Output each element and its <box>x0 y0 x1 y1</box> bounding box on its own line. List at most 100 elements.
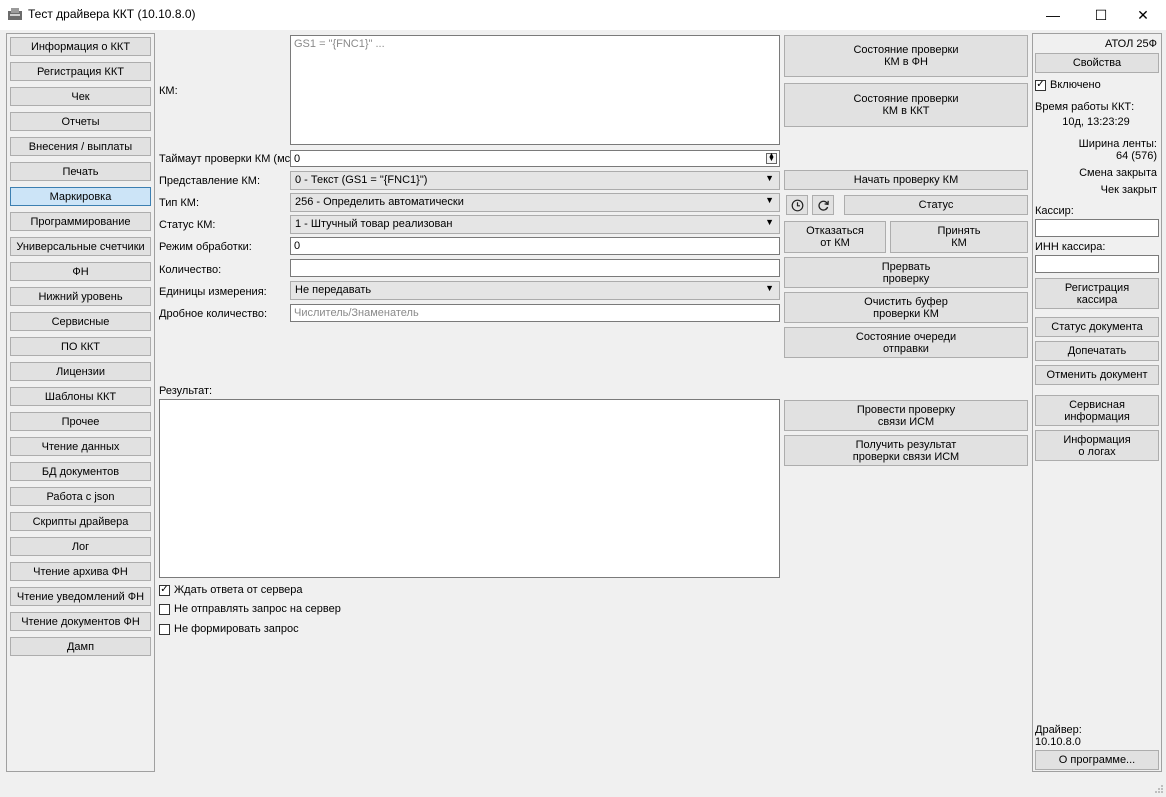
fraction-input[interactable]: Числитель/Знаменатель <box>290 304 780 322</box>
sidebar-item[interactable]: Маркировка <box>10 187 151 206</box>
chevron-down-icon: ▼ <box>765 217 774 227</box>
result-label: Результат: <box>159 385 213 397</box>
sidebar-item[interactable]: Чтение данных <box>10 437 151 456</box>
sidebar-item[interactable]: Шаблоны ККТ <box>10 387 151 406</box>
doc-status-button[interactable]: Статус документа <box>1035 317 1159 337</box>
accept-km-button[interactable]: Принять КМ <box>890 221 1028 253</box>
device-panel: АТОЛ 25Ф Свойства ✓ Включено Время работ… <box>1032 33 1162 772</box>
sidebar-item[interactable]: Сервисные <box>10 312 151 331</box>
wait-server-label: Ждать ответа от сервера <box>174 584 303 596</box>
no-request-label: Не формировать запрос <box>174 623 299 635</box>
qty-label: Количество: <box>159 264 222 276</box>
sidebar-item[interactable]: Регистрация ККТ <box>10 62 151 81</box>
sidebar-item[interactable]: Внесения / выплаты <box>10 137 151 156</box>
enabled-checkbox[interactable]: ✓ Включено <box>1035 79 1101 91</box>
fraction-label: Дробное количество: <box>159 308 268 320</box>
sidebar-item[interactable]: Чтение документов ФН <box>10 612 151 631</box>
unit-select[interactable]: Не передавать ▼ <box>290 281 780 300</box>
sidebar-item[interactable]: Информация о ККТ <box>10 37 151 56</box>
timeout-spinner[interactable]: ▲ ▼ <box>766 152 777 164</box>
status-button[interactable]: Статус <box>844 195 1028 215</box>
check-icon: ✓ <box>1036 79 1045 90</box>
qty-input[interactable] <box>290 259 780 277</box>
mode-input[interactable]: 0 <box>290 237 780 255</box>
abort-check-button[interactable]: Прервать проверку <box>784 257 1028 288</box>
timeout-label: Таймаут проверки КМ (мс): <box>159 153 297 165</box>
result-textarea[interactable] <box>159 399 780 578</box>
uptime-label: Время работы ККТ: <box>1035 101 1135 113</box>
device-model: АТОЛ 25Ф <box>1104 38 1157 50</box>
driver-version: 10.10.8.0 <box>1035 736 1081 748</box>
km-repr-select[interactable]: 0 - Текст (GS1 = "{FNC1}") ▼ <box>290 171 780 190</box>
sidebar-item[interactable]: Универсальные счетчики <box>10 237 151 256</box>
km-status-select[interactable]: 1 - Штучный товар реализован ▼ <box>290 215 780 234</box>
no-send-label: Не отправлять запрос на сервер <box>174 603 341 615</box>
queue-state-button[interactable]: Состояние очереди отправки <box>784 327 1028 358</box>
refresh-button[interactable] <box>812 195 834 215</box>
sidebar: Информация о ККТ Регистрация ККТ Чек Отчеты… <box>6 33 155 772</box>
check-state-kkt-button[interactable]: Состояние проверки КМ в ККТ <box>784 83 1028 127</box>
clock-button[interactable] <box>786 195 808 215</box>
register-cashier-button[interactable]: Регистрация кассира <box>1035 278 1159 309</box>
service-info-button[interactable]: Сервисная информация <box>1035 395 1159 426</box>
km-input[interactable]: GS1 = "{FNC1}" ... <box>290 35 780 145</box>
sidebar-item[interactable]: ПО ККТ <box>10 337 151 356</box>
sidebar-item[interactable]: Отчеты <box>10 112 151 131</box>
timeout-input[interactable]: 0 ▲ ▼ <box>290 150 780 167</box>
sidebar-item[interactable]: Скрипты драйвера <box>10 512 151 531</box>
clock-icon <box>791 199 803 211</box>
inn-input[interactable] <box>1035 255 1159 273</box>
check-icon: ✓ <box>160 584 169 595</box>
close-button[interactable]: ✕ <box>1120 0 1166 30</box>
driver-label: Драйвер: <box>1035 724 1082 736</box>
sidebar-item[interactable]: Чек <box>10 87 151 106</box>
fraction-placeholder: Числитель/Знаменатель <box>294 307 419 319</box>
sidebar-item[interactable]: Прочее <box>10 412 151 431</box>
check-state-fn-button[interactable]: Состояние проверки КМ в ФН <box>784 35 1028 77</box>
sidebar-item[interactable]: Работа с json <box>10 487 151 506</box>
sidebar-item[interactable]: Чтение архива ФН <box>10 562 151 581</box>
km-label: КМ: <box>159 85 178 97</box>
minimize-button[interactable]: — <box>1030 0 1076 30</box>
log-info-button[interactable]: Информация о логах <box>1035 430 1159 461</box>
km-type-select[interactable]: 256 - Определить автоматически ▼ <box>290 193 780 212</box>
chevron-down-icon: ▼ <box>765 173 774 183</box>
km-type-value: 256 - Определить автоматически <box>295 196 464 208</box>
sidebar-item[interactable]: ФН <box>10 262 151 281</box>
title-bar: Тест драйвера ККТ (10.10.8.0) — ☐ ✕ <box>0 0 1166 30</box>
properties-button[interactable]: Свойства <box>1035 53 1159 73</box>
no-request-checkbox[interactable]: Не формировать запрос <box>159 623 299 635</box>
decline-km-button[interactable]: Отказаться от КМ <box>784 221 886 253</box>
reprint-button[interactable]: Допечатать <box>1035 341 1159 361</box>
km-status-value: 1 - Штучный товар реализован <box>295 218 453 230</box>
km-repr-value: 0 - Текст (GS1 = "{FNC1}") <box>295 174 428 186</box>
app-icon <box>8 8 22 20</box>
sidebar-item[interactable]: Нижний уровень <box>10 287 151 306</box>
ism-result-button[interactable]: Получить результат проверки связи ИСМ <box>784 435 1028 466</box>
sidebar-item[interactable]: Печать <box>10 162 151 181</box>
km-placeholder: GS1 = "{FNC1}" ... <box>294 38 385 50</box>
resize-grip-icon[interactable] <box>1152 782 1164 794</box>
about-button[interactable]: О программе... <box>1035 750 1159 770</box>
sidebar-item[interactable]: Лог <box>10 537 151 556</box>
checkbox-box: ✓ <box>159 584 170 596</box>
sidebar-item[interactable]: БД документов <box>10 462 151 481</box>
maximize-button[interactable]: ☐ <box>1078 0 1124 30</box>
ism-check-button[interactable]: Провести проверку связи ИСМ <box>784 400 1028 431</box>
timeout-value: 0 <box>294 153 301 165</box>
wait-server-checkbox[interactable]: ✓ Ждать ответа от сервера <box>159 584 303 596</box>
sidebar-item[interactable]: Лицензии <box>10 362 151 381</box>
refresh-icon <box>817 200 829 211</box>
sidebar-item[interactable]: Дамп <box>10 637 151 656</box>
window-title: Тест драйвера ККТ (10.10.8.0) <box>28 7 196 21</box>
start-check-button[interactable]: Начать проверку КМ <box>784 170 1028 190</box>
no-send-checkbox[interactable]: Не отправлять запрос на сервер <box>159 603 341 615</box>
unit-label: Единицы измерения: <box>159 286 267 298</box>
sidebar-item[interactable]: Программирование <box>10 212 151 231</box>
km-repr-label: Представление КМ: <box>159 175 260 187</box>
sidebar-item[interactable]: Чтение уведомлений ФН <box>10 587 151 606</box>
cashier-input[interactable] <box>1035 219 1159 237</box>
km-type-label: Тип КМ: <box>159 197 200 209</box>
clear-buffer-button[interactable]: Очистить буфер проверки КМ <box>784 292 1028 323</box>
cancel-doc-button[interactable]: Отменить документ <box>1035 365 1159 385</box>
